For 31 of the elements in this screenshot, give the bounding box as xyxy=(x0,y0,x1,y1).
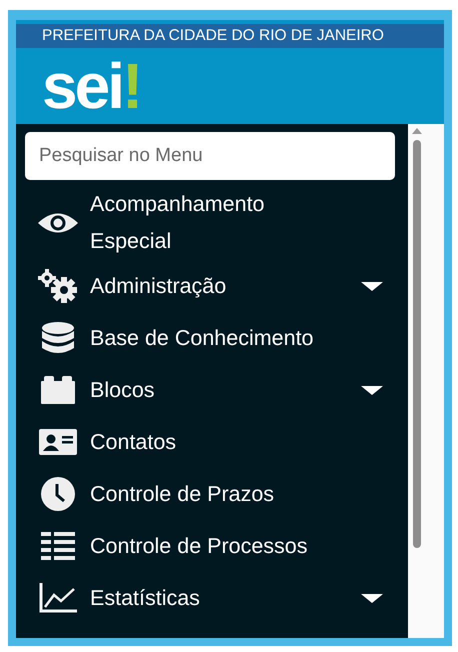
line-chart-icon xyxy=(39,583,77,613)
scroll-thumb[interactable] xyxy=(413,140,421,548)
scroll-up-icon[interactable] xyxy=(412,128,422,134)
menu-label: Controle de Processos xyxy=(90,532,308,560)
banner-title: PREFEITURA DA CIDADE DO RIO DE JANEIRO xyxy=(42,27,384,45)
menu-item[interactable]: Administração xyxy=(16,260,408,312)
menu-label: Blocos xyxy=(90,376,156,404)
menu-item[interactable]: Controle de Prazos xyxy=(16,468,408,520)
search-field[interactable]: Pesquisar no Menu xyxy=(25,132,395,180)
gears-icon xyxy=(38,269,78,303)
menu-item[interactable]: Controle de Processos xyxy=(16,520,408,572)
menu-item[interactable]: Contatos xyxy=(16,416,408,468)
menu-item[interactable]: Estatísticas xyxy=(16,572,408,624)
menu-label: Estatísticas xyxy=(90,584,201,612)
menu-label: Administração xyxy=(90,272,228,300)
menu-item[interactable]: Base de Conhecimento xyxy=(16,312,408,364)
menu-label: Acompanhamento Especial xyxy=(90,191,266,255)
menu-item[interactable]: Blocos xyxy=(16,364,408,416)
caret-icon xyxy=(361,386,383,394)
menu-label: Base de Conhecimento xyxy=(90,324,315,352)
database-icon xyxy=(41,322,75,354)
list-icon xyxy=(41,532,75,560)
menu-label: Controle de Prazos xyxy=(90,480,276,508)
caret-icon xyxy=(361,594,383,602)
menu-label: Contatos xyxy=(90,428,178,456)
contact-card-icon xyxy=(39,429,77,455)
clock-icon xyxy=(41,477,75,511)
menu-item[interactable]: Acompanhamento Especial xyxy=(16,186,408,260)
blocks-icon xyxy=(41,376,75,404)
caret-icon xyxy=(361,282,383,290)
scrollbar[interactable] xyxy=(408,124,444,638)
